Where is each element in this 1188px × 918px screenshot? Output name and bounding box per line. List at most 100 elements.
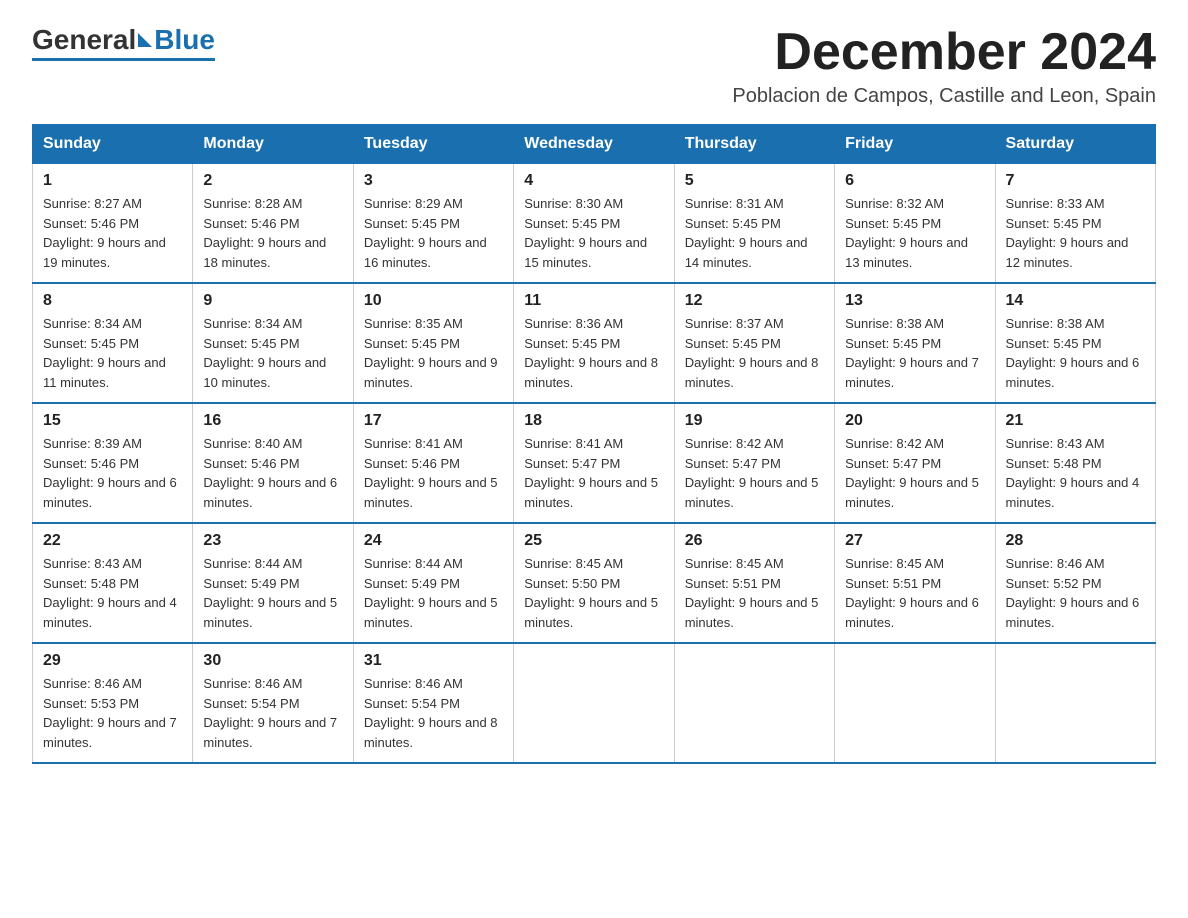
calendar-cell: 31 Sunrise: 8:46 AMSunset: 5:54 PMDaylig… <box>353 643 513 763</box>
day-info: Sunrise: 8:37 AMSunset: 5:45 PMDaylight:… <box>685 316 819 390</box>
day-number: 21 <box>1006 412 1145 430</box>
day-number: 26 <box>685 532 824 550</box>
col-monday: Monday <box>193 125 353 164</box>
day-number: 30 <box>203 652 342 670</box>
calendar-cell: 22 Sunrise: 8:43 AMSunset: 5:48 PMDaylig… <box>33 523 193 643</box>
day-info: Sunrise: 8:42 AMSunset: 5:47 PMDaylight:… <box>845 436 979 510</box>
calendar-cell: 14 Sunrise: 8:38 AMSunset: 5:45 PMDaylig… <box>995 283 1155 403</box>
col-saturday: Saturday <box>995 125 1155 164</box>
calendar-cell: 2 Sunrise: 8:28 AMSunset: 5:46 PMDayligh… <box>193 164 353 284</box>
col-friday: Friday <box>835 125 995 164</box>
day-number: 23 <box>203 532 342 550</box>
calendar-cell: 11 Sunrise: 8:36 AMSunset: 5:45 PMDaylig… <box>514 283 674 403</box>
calendar-cell: 30 Sunrise: 8:46 AMSunset: 5:54 PMDaylig… <box>193 643 353 763</box>
calendar-cell: 19 Sunrise: 8:42 AMSunset: 5:47 PMDaylig… <box>674 403 834 523</box>
day-info: Sunrise: 8:30 AMSunset: 5:45 PMDaylight:… <box>524 196 647 270</box>
day-info: Sunrise: 8:38 AMSunset: 5:45 PMDaylight:… <box>845 316 979 390</box>
day-info: Sunrise: 8:31 AMSunset: 5:45 PMDaylight:… <box>685 196 808 270</box>
day-number: 5 <box>685 172 824 190</box>
day-number: 20 <box>845 412 984 430</box>
day-number: 4 <box>524 172 663 190</box>
day-info: Sunrise: 8:27 AMSunset: 5:46 PMDaylight:… <box>43 196 166 270</box>
day-number: 3 <box>364 172 503 190</box>
calendar-table: Sunday Monday Tuesday Wednesday Thursday… <box>32 124 1156 764</box>
day-info: Sunrise: 8:46 AMSunset: 5:52 PMDaylight:… <box>1006 556 1140 630</box>
calendar-cell: 21 Sunrise: 8:43 AMSunset: 5:48 PMDaylig… <box>995 403 1155 523</box>
calendar-cell: 7 Sunrise: 8:33 AMSunset: 5:45 PMDayligh… <box>995 164 1155 284</box>
calendar-cell: 17 Sunrise: 8:41 AMSunset: 5:46 PMDaylig… <box>353 403 513 523</box>
calendar-cell: 20 Sunrise: 8:42 AMSunset: 5:47 PMDaylig… <box>835 403 995 523</box>
day-number: 22 <box>43 532 182 550</box>
calendar-cell: 13 Sunrise: 8:38 AMSunset: 5:45 PMDaylig… <box>835 283 995 403</box>
day-number: 15 <box>43 412 182 430</box>
day-number: 10 <box>364 292 503 310</box>
calendar-week-row: 1 Sunrise: 8:27 AMSunset: 5:46 PMDayligh… <box>33 164 1156 284</box>
day-info: Sunrise: 8:32 AMSunset: 5:45 PMDaylight:… <box>845 196 968 270</box>
month-title: December 2024 <box>732 24 1156 81</box>
day-number: 28 <box>1006 532 1145 550</box>
day-info: Sunrise: 8:46 AMSunset: 5:54 PMDaylight:… <box>203 676 337 750</box>
calendar-cell <box>674 643 834 763</box>
calendar-cell: 26 Sunrise: 8:45 AMSunset: 5:51 PMDaylig… <box>674 523 834 643</box>
day-number: 19 <box>685 412 824 430</box>
day-number: 25 <box>524 532 663 550</box>
day-number: 11 <box>524 292 663 310</box>
day-number: 1 <box>43 172 182 190</box>
day-info: Sunrise: 8:35 AMSunset: 5:45 PMDaylight:… <box>364 316 498 390</box>
day-number: 9 <box>203 292 342 310</box>
day-info: Sunrise: 8:38 AMSunset: 5:45 PMDaylight:… <box>1006 316 1140 390</box>
day-number: 27 <box>845 532 984 550</box>
logo: General Blue <box>32 24 215 61</box>
col-thursday: Thursday <box>674 125 834 164</box>
day-number: 29 <box>43 652 182 670</box>
day-info: Sunrise: 8:36 AMSunset: 5:45 PMDaylight:… <box>524 316 658 390</box>
calendar-cell <box>514 643 674 763</box>
day-info: Sunrise: 8:41 AMSunset: 5:46 PMDaylight:… <box>364 436 498 510</box>
calendar-cell: 23 Sunrise: 8:44 AMSunset: 5:49 PMDaylig… <box>193 523 353 643</box>
day-info: Sunrise: 8:34 AMSunset: 5:45 PMDaylight:… <box>203 316 326 390</box>
day-info: Sunrise: 8:46 AMSunset: 5:53 PMDaylight:… <box>43 676 177 750</box>
day-info: Sunrise: 8:39 AMSunset: 5:46 PMDaylight:… <box>43 436 177 510</box>
day-number: 12 <box>685 292 824 310</box>
calendar-week-row: 8 Sunrise: 8:34 AMSunset: 5:45 PMDayligh… <box>33 283 1156 403</box>
day-info: Sunrise: 8:41 AMSunset: 5:47 PMDaylight:… <box>524 436 658 510</box>
day-number: 31 <box>364 652 503 670</box>
day-info: Sunrise: 8:44 AMSunset: 5:49 PMDaylight:… <box>364 556 498 630</box>
day-info: Sunrise: 8:45 AMSunset: 5:50 PMDaylight:… <box>524 556 658 630</box>
calendar-cell: 18 Sunrise: 8:41 AMSunset: 5:47 PMDaylig… <box>514 403 674 523</box>
calendar-header-row: Sunday Monday Tuesday Wednesday Thursday… <box>33 125 1156 164</box>
day-number: 8 <box>43 292 182 310</box>
day-number: 24 <box>364 532 503 550</box>
day-info: Sunrise: 8:29 AMSunset: 5:45 PMDaylight:… <box>364 196 487 270</box>
calendar-cell: 16 Sunrise: 8:40 AMSunset: 5:46 PMDaylig… <box>193 403 353 523</box>
calendar-cell <box>835 643 995 763</box>
col-tuesday: Tuesday <box>353 125 513 164</box>
title-area: December 2024 Poblacion de Campos, Casti… <box>732 24 1156 108</box>
calendar-cell <box>995 643 1155 763</box>
day-info: Sunrise: 8:33 AMSunset: 5:45 PMDaylight:… <box>1006 196 1129 270</box>
calendar-cell: 29 Sunrise: 8:46 AMSunset: 5:53 PMDaylig… <box>33 643 193 763</box>
day-number: 17 <box>364 412 503 430</box>
calendar-cell: 8 Sunrise: 8:34 AMSunset: 5:45 PMDayligh… <box>33 283 193 403</box>
day-info: Sunrise: 8:42 AMSunset: 5:47 PMDaylight:… <box>685 436 819 510</box>
calendar-cell: 3 Sunrise: 8:29 AMSunset: 5:45 PMDayligh… <box>353 164 513 284</box>
calendar-cell: 25 Sunrise: 8:45 AMSunset: 5:50 PMDaylig… <box>514 523 674 643</box>
calendar-cell: 27 Sunrise: 8:45 AMSunset: 5:51 PMDaylig… <box>835 523 995 643</box>
logo-underline <box>32 58 215 61</box>
day-number: 16 <box>203 412 342 430</box>
calendar-cell: 10 Sunrise: 8:35 AMSunset: 5:45 PMDaylig… <box>353 283 513 403</box>
day-info: Sunrise: 8:46 AMSunset: 5:54 PMDaylight:… <box>364 676 498 750</box>
calendar-cell: 28 Sunrise: 8:46 AMSunset: 5:52 PMDaylig… <box>995 523 1155 643</box>
day-info: Sunrise: 8:43 AMSunset: 5:48 PMDaylight:… <box>43 556 177 630</box>
calendar-cell: 5 Sunrise: 8:31 AMSunset: 5:45 PMDayligh… <box>674 164 834 284</box>
day-info: Sunrise: 8:34 AMSunset: 5:45 PMDaylight:… <box>43 316 166 390</box>
day-number: 7 <box>1006 172 1145 190</box>
logo-triangle-icon <box>138 33 152 47</box>
day-info: Sunrise: 8:40 AMSunset: 5:46 PMDaylight:… <box>203 436 337 510</box>
page-header: General Blue December 2024 Poblacion de … <box>32 24 1156 108</box>
logo-general-text: General <box>32 24 136 56</box>
calendar-week-row: 22 Sunrise: 8:43 AMSunset: 5:48 PMDaylig… <box>33 523 1156 643</box>
day-number: 14 <box>1006 292 1145 310</box>
day-info: Sunrise: 8:45 AMSunset: 5:51 PMDaylight:… <box>685 556 819 630</box>
calendar-week-row: 29 Sunrise: 8:46 AMSunset: 5:53 PMDaylig… <box>33 643 1156 763</box>
